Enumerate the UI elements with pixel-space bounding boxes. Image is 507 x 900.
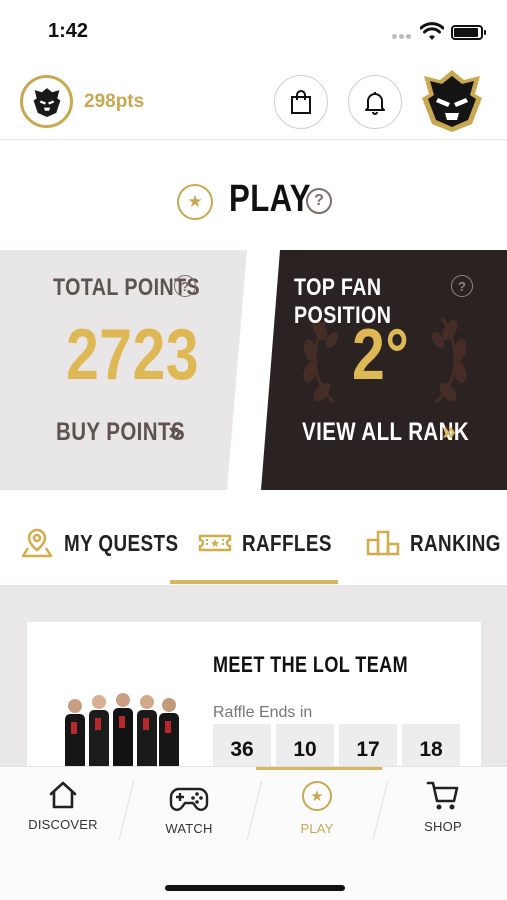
page-title: PLAY [229, 178, 311, 220]
countdown-seconds: 18 [402, 724, 460, 768]
battery-icon [451, 25, 486, 40]
star-icon: ★ [302, 781, 332, 811]
bottom-nav: DISCOVER WATCH ★ PLAY SHOP [0, 766, 507, 900]
buy-points-label: BUY POINTS [56, 418, 186, 446]
wifi-icon [420, 22, 444, 40]
countdown-hours: 10 [276, 724, 334, 768]
tab-my-quests[interactable]: MY QUESTS [20, 520, 204, 566]
home-icon [49, 781, 77, 809]
tab-ranking-label: RANKING [410, 529, 501, 556]
view-all-rank-link[interactable]: VIEW ALL RANK » [302, 417, 506, 447]
tab-raffles-label: RAFFLES [242, 529, 332, 556]
status-bar: 1:42 [0, 0, 507, 64]
shopping-bag-icon [291, 90, 311, 114]
user-points: 298pts [84, 91, 145, 112]
tab-my-quests-label: MY QUESTS [64, 529, 179, 556]
nav-play[interactable]: ★ PLAY [254, 767, 380, 857]
map-pin-icon [21, 528, 53, 558]
countdown-minutes: 17 [339, 724, 397, 768]
signal-dots-icon [392, 34, 414, 40]
total-points-value: 2723 [66, 315, 199, 395]
nav-watch[interactable]: WATCH [126, 767, 252, 857]
nav-play-label: PLAY [300, 821, 334, 836]
nav-shop[interactable]: SHOP [380, 767, 506, 857]
status-time: 1:42 [48, 20, 89, 42]
play-star-icon: ★ [177, 184, 213, 220]
g2-logo-icon[interactable] [420, 68, 484, 134]
podium-icon [366, 530, 400, 556]
countdown-days: 36 [213, 724, 271, 768]
tab-ranking[interactable]: RANKING [366, 520, 507, 566]
raffle-title: MEET THE LOL TEAM [213, 652, 409, 677]
active-tab-indicator [170, 580, 338, 584]
team-photo-image [65, 693, 179, 768]
raffle-card[interactable]: MEET THE LOL TEAM Raffle Ends in 36 10 1… [27, 622, 481, 768]
total-points-help-icon[interactable]: ? [174, 275, 196, 297]
tab-bar: MY QUESTS RAFFLES RANKING [0, 508, 507, 586]
nav-discover[interactable]: DISCOVER [0, 767, 126, 857]
nav-watch-label: WATCH [165, 821, 213, 836]
cart-icon [426, 781, 459, 810]
raffles-list: MEET THE LOL TEAM Raffle Ends in 36 10 1… [0, 586, 507, 768]
notifications-button[interactable] [348, 75, 402, 129]
play-heading: ★ PLAY ? [0, 170, 507, 232]
top-fan-help-icon[interactable]: ? [451, 275, 473, 297]
double-chevron-icon: » [168, 417, 182, 445]
bag-button[interactable] [274, 75, 328, 129]
g2-samurai-avatar-icon [33, 87, 60, 117]
buy-points-link[interactable]: BUY POINTS » [56, 417, 213, 447]
nav-discover-label: DISCOVER [28, 817, 98, 832]
ticket-icon [198, 534, 232, 552]
bell-icon [365, 92, 385, 115]
play-help-icon[interactable]: ? [306, 188, 332, 214]
home-indicator [165, 885, 345, 891]
double-chevron-icon: » [442, 417, 456, 445]
gamepad-icon [169, 787, 209, 811]
top-header: 298pts [0, 64, 507, 140]
tab-raffles[interactable]: RAFFLES [198, 520, 352, 566]
stats-panel: TOTAL POINTS ? 2723 BUY POINTS » TOP FAN… [0, 250, 507, 490]
user-avatar[interactable] [20, 75, 73, 128]
raffle-subtitle: Raffle Ends in [213, 704, 313, 721]
nav-shop-label: SHOP [424, 819, 462, 834]
top-fan-value: 2° [352, 315, 410, 395]
